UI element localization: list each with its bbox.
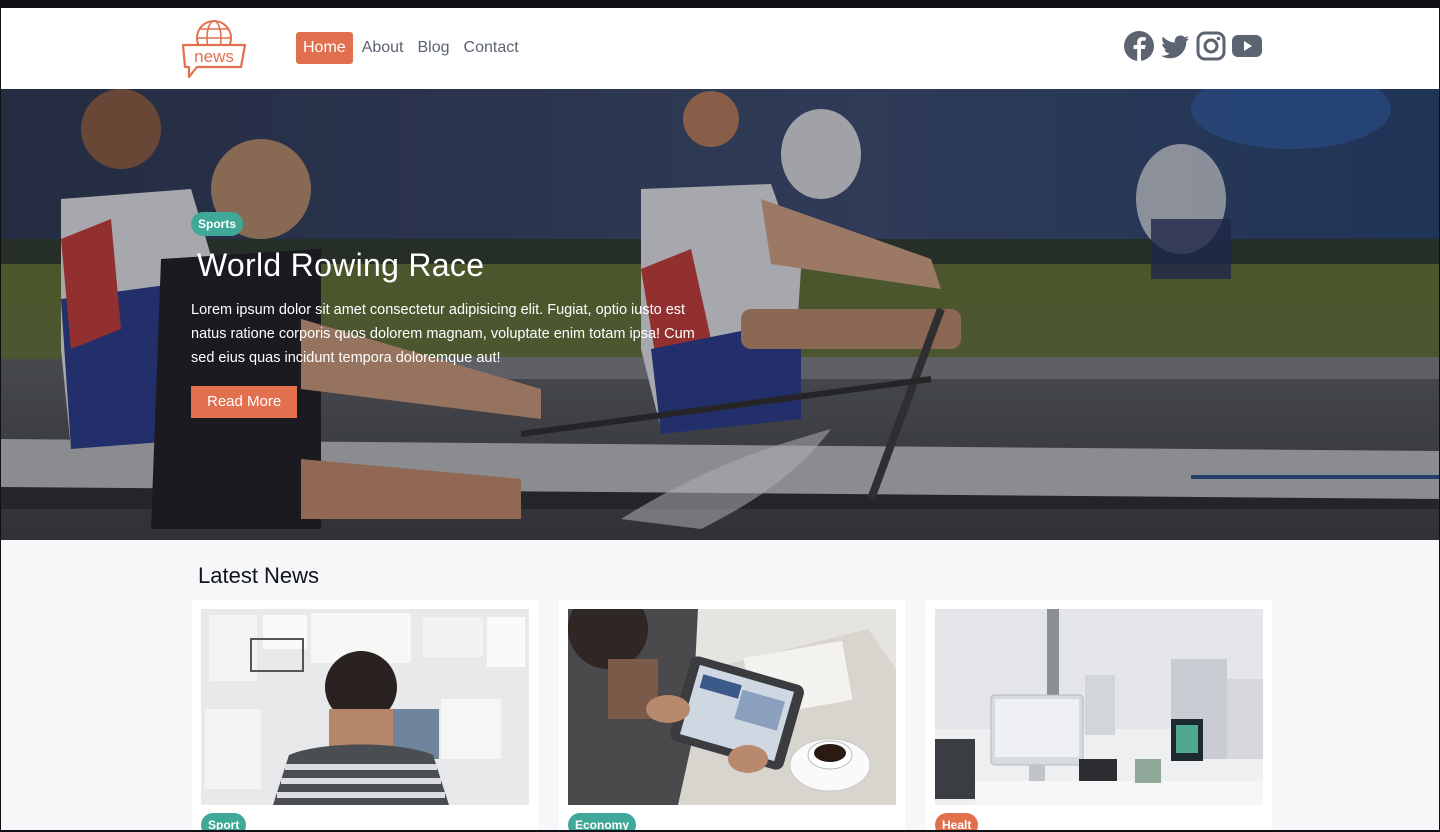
- social-links: [1123, 30, 1263, 62]
- card-category-badge[interactable]: Healt: [935, 813, 979, 830]
- news-logo[interactable]: news: [179, 17, 249, 81]
- news-card[interactable]: Sport: [192, 600, 538, 830]
- latest-news-title: Latest News: [198, 563, 320, 588]
- hero-category-badge[interactable]: Sports: [191, 212, 244, 236]
- nav-contact[interactable]: Contact: [459, 32, 524, 64]
- youtube-icon[interactable]: [1231, 30, 1263, 62]
- hero-title: World Rowing Race: [197, 247, 485, 283]
- card-category-badge[interactable]: Sport: [201, 813, 247, 830]
- card-image-wall: [201, 609, 529, 805]
- hero-banner: Sports World Rowing Race Lorem ipsum dol…: [1, 89, 1439, 540]
- read-more-button[interactable]: Read More: [191, 386, 298, 418]
- twitter-icon[interactable]: [1159, 30, 1191, 62]
- card-image-tablet: [568, 609, 896, 805]
- news-card[interactable]: Healt: [926, 600, 1272, 830]
- site-header: news Home About Blog Contact: [1, 8, 1439, 89]
- main-nav: Home About Blog Contact: [296, 32, 524, 64]
- logo-text: news: [194, 47, 234, 66]
- nav-blog[interactable]: Blog: [413, 32, 455, 64]
- news-card[interactable]: Economy: [559, 600, 905, 830]
- nav-about[interactable]: About: [357, 32, 409, 64]
- nav-home[interactable]: Home: [296, 32, 353, 64]
- facebook-icon[interactable]: [1123, 30, 1155, 62]
- news-card-list: Sport Economy Healt: [192, 600, 1272, 830]
- card-image-office: [935, 609, 1263, 805]
- card-category-badge[interactable]: Economy: [568, 813, 637, 830]
- hero-text: Lorem ipsum dolor sit amet consectetur a…: [191, 302, 695, 366]
- browser-viewport: news Home About Blog Contact Sports Worl…: [1, 8, 1439, 830]
- instagram-icon[interactable]: [1195, 30, 1227, 62]
